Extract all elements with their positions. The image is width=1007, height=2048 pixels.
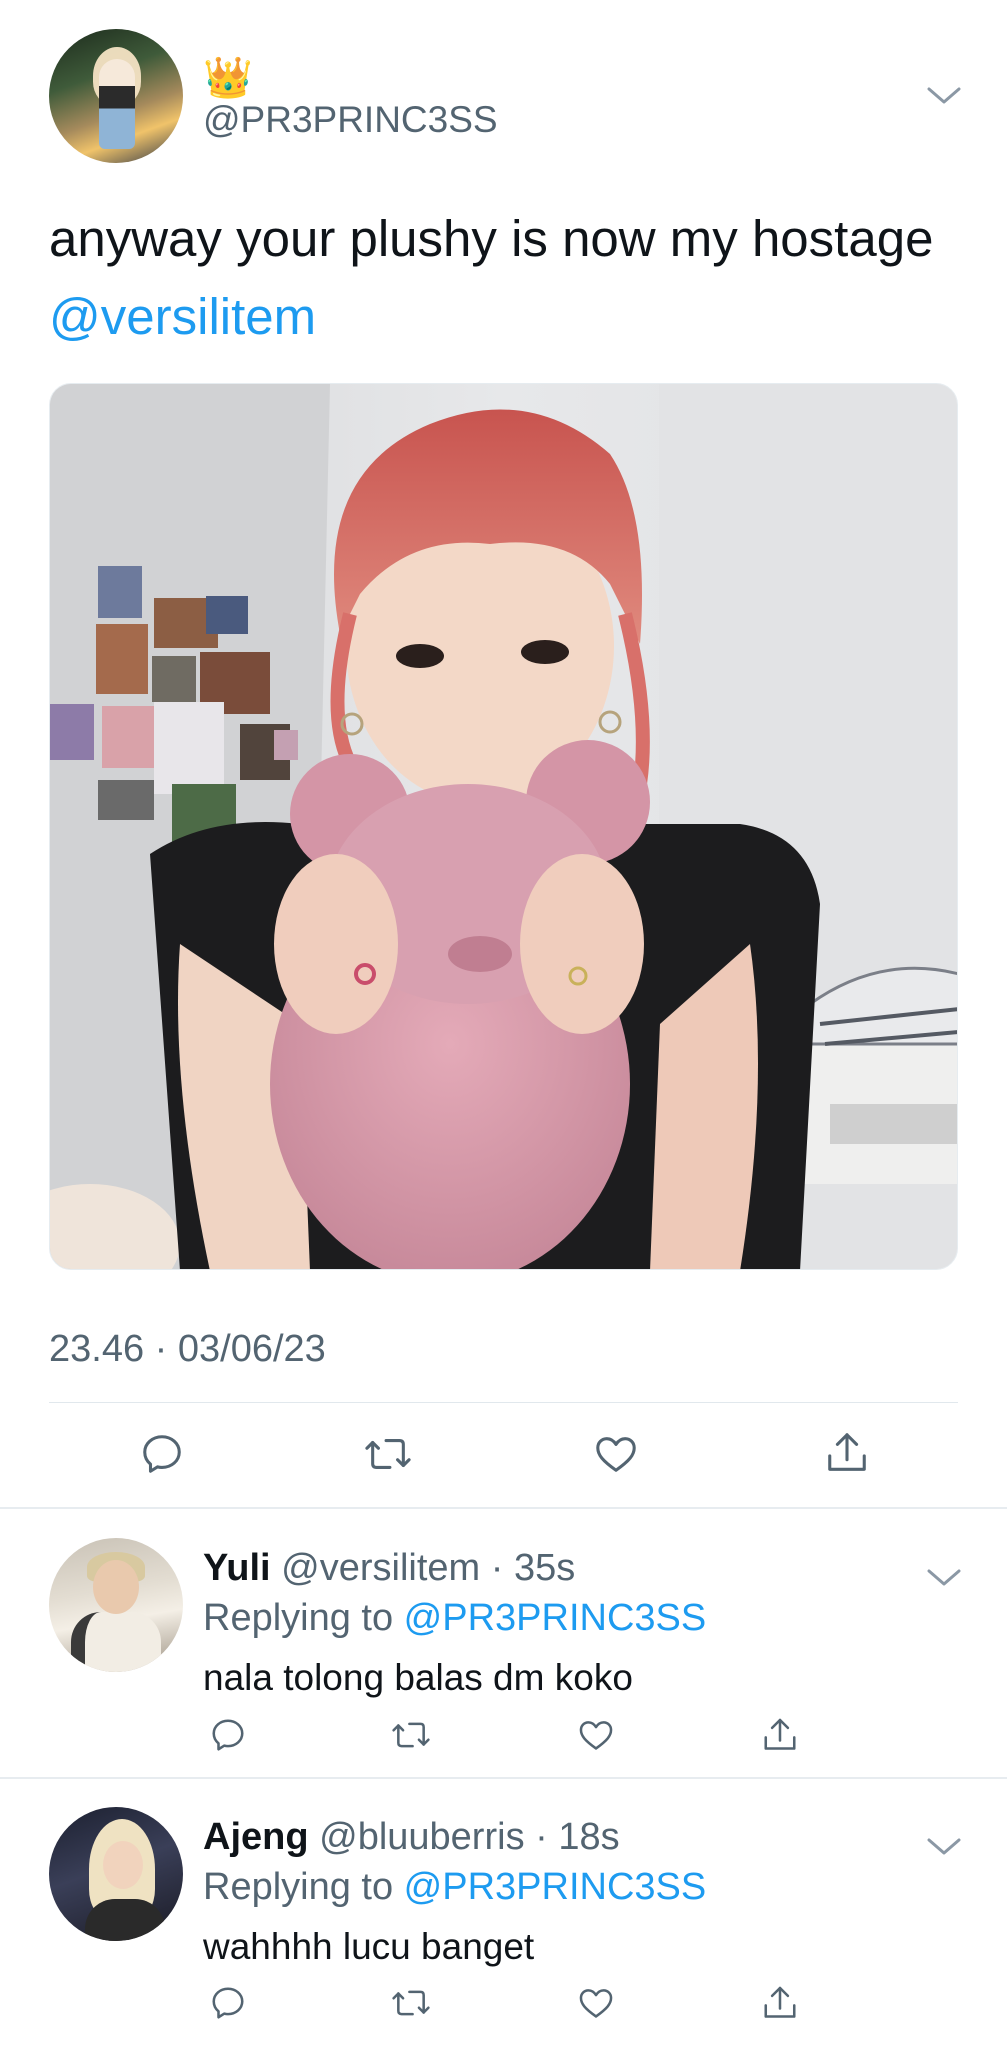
retweet-icon[interactable]	[388, 1713, 434, 1757]
replying-prefix: Replying to	[203, 1866, 404, 1908]
share-icon[interactable]	[822, 1427, 872, 1479]
reply-text: wahhhh lucu banget	[203, 1926, 535, 1967]
reply-icon[interactable]	[206, 1981, 250, 2025]
replying-to: Replying to @PR3PRINC3SS	[203, 1863, 706, 1911]
divider	[0, 1507, 1007, 1509]
tweet-text-body: anyway your plushy is now my hostage	[49, 210, 934, 267]
avatar[interactable]	[49, 1807, 183, 1941]
chevron-down-icon[interactable]	[927, 86, 961, 106]
replying-to-link[interactable]: @PR3PRINC3SS	[404, 1597, 707, 1639]
tweet-photo[interactable]	[49, 383, 958, 1270]
reply-actions	[0, 1981, 1007, 2029]
reply-header: Ajeng @bluuberris · 18s	[203, 1813, 620, 1861]
retweet-icon[interactable]	[388, 1981, 434, 2025]
retweet-icon[interactable]	[361, 1429, 415, 1479]
chevron-down-icon[interactable]	[927, 1837, 961, 1857]
reply-icon[interactable]	[206, 1713, 250, 1757]
reply-header: Yuli @versilitem · 35s	[203, 1544, 575, 1592]
tweet-timestamp: 23.46 · 03/06/23	[49, 1328, 326, 1370]
share-icon[interactable]	[758, 1981, 802, 2025]
avatar-body	[71, 1612, 161, 1672]
avatar-face	[93, 1560, 139, 1614]
reply-author-meta: @bluuberris · 18s	[319, 1816, 620, 1858]
reply-text: nala tolong balas dm koko	[203, 1657, 633, 1698]
reply-author-name[interactable]: Yuli	[203, 1547, 271, 1589]
replying-to-link[interactable]: @PR3PRINC3SS	[404, 1866, 707, 1908]
avatar-body	[85, 1899, 165, 1941]
avatar-figure	[99, 59, 135, 149]
reply-icon[interactable]	[137, 1429, 187, 1479]
main-tweet: 👑 @PR3PRINC3SS anyway your plushy is now…	[0, 0, 1007, 1510]
reply-tweet[interactable]: Yuli @versilitem · 35s Replying to @PR3P…	[0, 1510, 1007, 1778]
chevron-down-icon[interactable]	[927, 1568, 961, 1588]
reply-tweet[interactable]: Ajeng @bluuberris · 18s Replying to @PR3…	[0, 1779, 1007, 2047]
photo-illustration	[50, 384, 957, 1269]
avatar-face	[103, 1841, 143, 1889]
reply-actions	[0, 1713, 1007, 1761]
like-icon[interactable]	[574, 1713, 618, 1757]
like-icon[interactable]	[574, 1981, 618, 2025]
reply-author-meta: @versilitem · 35s	[281, 1547, 576, 1589]
avatar[interactable]	[49, 29, 183, 163]
like-icon[interactable]	[591, 1429, 641, 1479]
share-icon[interactable]	[758, 1713, 802, 1757]
crown-emoji: 👑	[203, 56, 253, 100]
tweet-mention-link[interactable]: @versilitem	[49, 288, 316, 345]
replying-to: Replying to @PR3PRINC3SS	[203, 1594, 706, 1642]
avatar[interactable]	[49, 1538, 183, 1672]
replying-prefix: Replying to	[203, 1597, 404, 1639]
tweet-author-handle[interactable]: @PR3PRINC3SS	[203, 98, 498, 142]
reply-author-name[interactable]: Ajeng	[203, 1816, 309, 1858]
tweet-actions	[0, 1425, 1007, 1485]
divider	[49, 1402, 958, 1403]
tweet-text: anyway your plushy is now my hostage @ve…	[49, 200, 949, 356]
